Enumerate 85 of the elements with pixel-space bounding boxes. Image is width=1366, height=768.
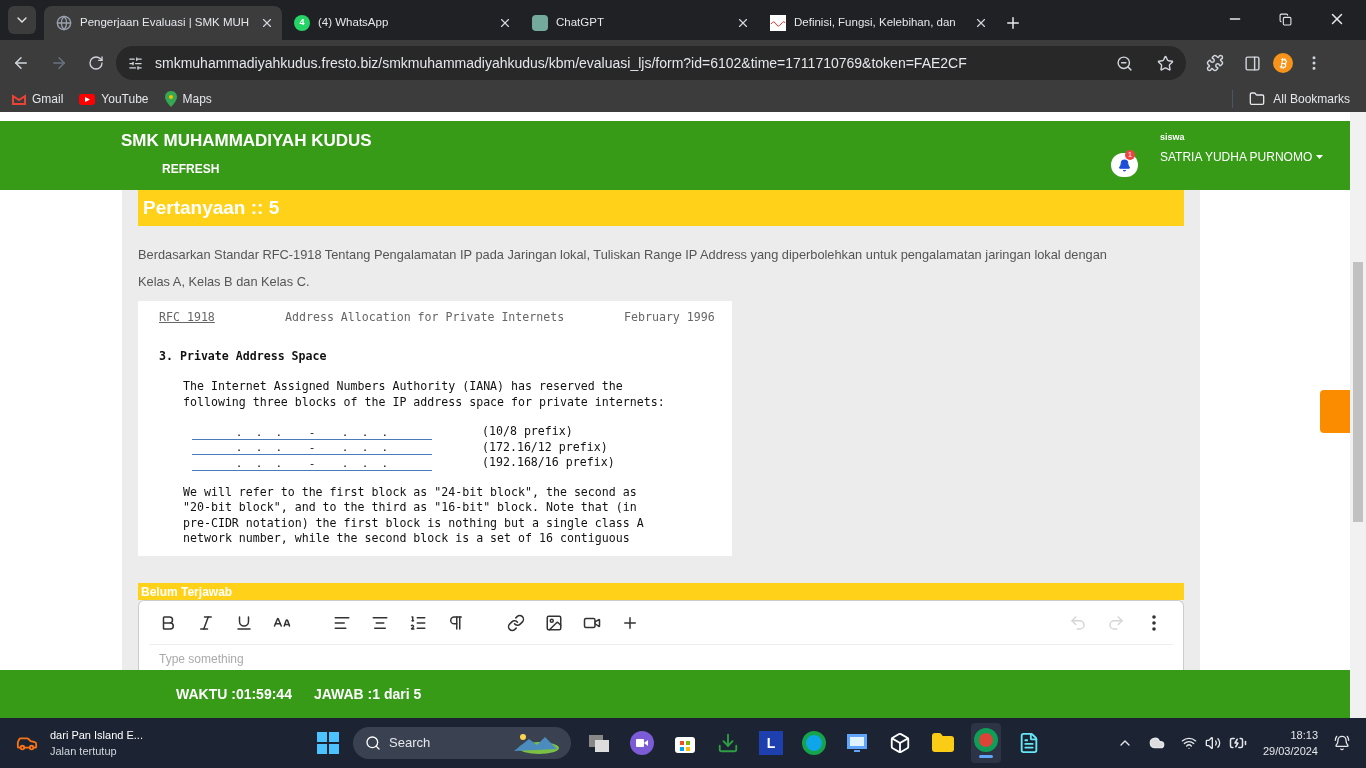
tab-title: ChatGPT xyxy=(556,15,605,31)
fill-in-line: . . . - . . . xyxy=(192,442,432,455)
map-pin-icon xyxy=(164,91,177,107)
close-icon[interactable] xyxy=(260,16,274,30)
close-icon[interactable] xyxy=(974,16,988,30)
extensions-icon[interactable] xyxy=(1206,54,1224,72)
document-date: February 1996 xyxy=(624,310,715,326)
refresh-link[interactable]: REFRESH xyxy=(162,159,372,178)
url-text: smkmuhammadiyahkudus.fresto.biz/smkmuhammadiyahkudus/kbm/evaluasi_ljs/form?id=6102&time=1711710769&token=FAE2CF xyxy=(155,53,968,73)
scrollbar[interactable] xyxy=(1350,112,1366,718)
document-line: pre-CIDR notation) the first block is nothing but a single class A xyxy=(183,515,645,531)
globe-icon xyxy=(56,15,72,31)
document-title: Address Allocation for Private Internets xyxy=(285,310,566,326)
caret-icon xyxy=(1316,154,1324,159)
document-line: The Internet Assigned Numbers Authority (IANA) has reserved the xyxy=(183,379,624,395)
video-call-icon[interactable] xyxy=(630,731,654,755)
clock-time[interactable]: 18:13 xyxy=(1290,727,1318,743)
wave-icon xyxy=(770,15,786,31)
cube-icon[interactable] xyxy=(889,732,911,754)
star-icon[interactable] xyxy=(1157,54,1174,72)
answered-count: JAWAB :1 dari 5 xyxy=(313,684,422,704)
chat-badge-icon: 4 xyxy=(294,15,310,31)
address-field[interactable]: smkmuhammadiyahkudus.fresto.biz/smkmuhammadiyahkudus/kbm/evaluasi_ljs/form?id=6102&time=1711710769&token=FAE2CF xyxy=(116,46,1186,80)
time-remaining: WAKTU :01:59:44 xyxy=(176,684,292,704)
section-heading: 3. Private Address Space xyxy=(159,348,328,364)
rfc-number: RFC 1918 xyxy=(159,310,216,326)
all-bookmarks-link[interactable]: All Bookmarks xyxy=(1273,90,1350,108)
mail-icon xyxy=(12,93,26,105)
answer-field[interactable]: Type something xyxy=(138,645,1184,670)
bitcoin-icon[interactable] xyxy=(1273,53,1293,73)
letter-app-icon[interactable]: L xyxy=(759,731,783,755)
restore-icon[interactable] xyxy=(1279,12,1292,26)
notification-text: Jalan tertutup xyxy=(50,744,118,759)
answer-status: Belum Terjawab xyxy=(138,583,1184,600)
notification-button[interactable] xyxy=(1111,153,1138,177)
notification-title: dari Pan Island E... xyxy=(50,728,143,743)
tab-list-button[interactable] xyxy=(8,6,36,34)
active-indicator xyxy=(979,755,993,758)
back-icon[interactable] xyxy=(12,54,30,72)
document-line: "20-bit block", and to the third as "16-bit" block. Note that (in xyxy=(183,500,638,516)
windows-logo-icon[interactable] xyxy=(316,731,340,755)
fill-in-line: . . . - . . . xyxy=(192,457,432,471)
browser-tab[interactable]: Pengerjaan Evaluasi | SMK MUH xyxy=(44,6,282,40)
fill-in-line: . . . - . . . xyxy=(192,426,432,440)
clock-date[interactable]: 29/03/2024 xyxy=(1262,743,1318,759)
download-icon[interactable] xyxy=(717,732,739,754)
bookmark-link[interactable]: Gmail xyxy=(32,90,64,108)
search-icon xyxy=(365,735,381,751)
wifi-icon[interactable] xyxy=(1180,735,1197,751)
browser-tab[interactable]: ChatGPT xyxy=(520,6,758,40)
question-title: Pertanyaan :: 5 xyxy=(138,190,1184,226)
notepad-icon[interactable] xyxy=(1018,732,1040,754)
browser-tab[interactable]: Definisi, Fungsi, Kelebihan, dan xyxy=(758,6,996,40)
volume-icon[interactable] xyxy=(1204,735,1221,751)
new-tab-icon[interactable] xyxy=(1004,14,1022,32)
bell-icon xyxy=(1118,158,1131,172)
tab-title: (4) WhatsApp xyxy=(318,15,390,31)
side-panel-icon[interactable] xyxy=(1244,54,1261,72)
document-line: We will refer to the first block as "24-bit block", the second as xyxy=(183,484,638,500)
school-title: SMK MUHAMMADIYAH KUDUS xyxy=(121,130,372,152)
search-field[interactable]: Search xyxy=(353,727,571,759)
role-label: siswa xyxy=(1160,131,1186,144)
notification-icon[interactable] xyxy=(1334,735,1350,751)
cloud-icon[interactable] xyxy=(1148,735,1165,751)
document-line: network number, while the second block is a set of 16 contiguous xyxy=(183,531,631,547)
folder-icon[interactable] xyxy=(1249,91,1266,107)
bookmark-link[interactable]: YouTube xyxy=(101,90,149,108)
reload-icon[interactable] xyxy=(88,55,104,71)
user-menu[interactable]: SATRIA YUDHA PURNOMO xyxy=(1160,147,1313,166)
close-icon[interactable] xyxy=(498,16,512,30)
monitor-icon[interactable] xyxy=(845,731,869,755)
tab-title: Definisi, Fungsi, Kelebihan, dan xyxy=(794,15,957,31)
close-icon[interactable] xyxy=(736,16,750,30)
site-info-icon[interactable] xyxy=(128,55,143,71)
prefix-label: (172.16/12 prefix) xyxy=(482,439,608,455)
browser-tab[interactable]: 4 (4) WhatsApp xyxy=(282,6,520,40)
prefix-label: (10/8 prefix) xyxy=(482,424,573,440)
prefix-label: (192.168/16 prefix) xyxy=(482,455,615,471)
folder-icon[interactable] xyxy=(931,731,955,755)
question-text: Berdasarkan Standar RFC-1918 Tentang Pengalamatan IP pada Jaringan lokal, Tuliskan Range IP Address yang diperbolehkan untuk pengalamatan jaringan lokal dengan Kelas A, Kelas B dan Kelas C. xyxy=(138,246,1108,291)
play-icon xyxy=(79,93,96,105)
zoom-icon[interactable] xyxy=(1116,54,1133,72)
tab-title: Pengerjaan Evaluasi | SMK MUH xyxy=(80,15,251,31)
document-line: following three blocks of the IP address space for private internets: xyxy=(183,394,666,410)
bookmark-link[interactable]: Maps xyxy=(182,90,212,108)
